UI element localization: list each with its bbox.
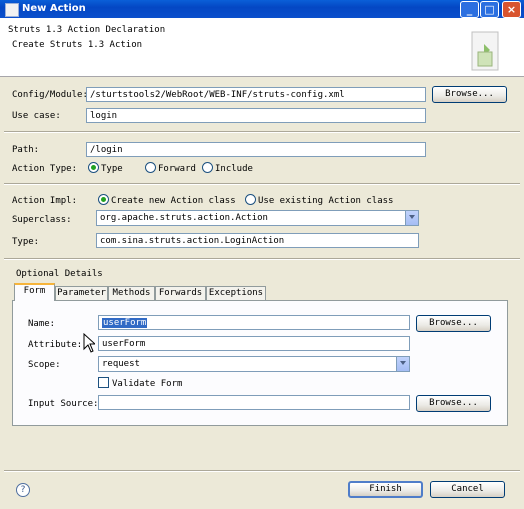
type-label: Type: xyxy=(12,237,40,247)
superclass-combo[interactable]: org.apache.struts.action.Action xyxy=(96,210,419,226)
type-radio[interactable] xyxy=(88,162,99,173)
chevron-down-icon[interactable] xyxy=(396,357,409,371)
config-browse-button[interactable]: Browse... xyxy=(432,86,507,103)
tab-parameter[interactable]: Parameter xyxy=(55,286,108,300)
action-type-label: Action Type: xyxy=(12,164,78,174)
input-source-label: Input Source: xyxy=(28,399,99,409)
help-icon[interactable]: ? xyxy=(16,483,30,497)
tab-exceptions[interactable]: Exceptions xyxy=(206,286,266,300)
use-existing-class-label[interactable]: Use existing Action class xyxy=(258,196,393,206)
form-name-value: userForm xyxy=(102,318,148,328)
tab-form[interactable]: Form xyxy=(14,283,55,301)
scope-combo[interactable]: request xyxy=(98,356,410,372)
use-existing-class-radio[interactable] xyxy=(245,194,256,205)
finish-button[interactable]: Finish xyxy=(348,481,423,498)
minimize-button[interactable]: _ xyxy=(460,1,479,18)
optional-details-label: Optional Details xyxy=(16,269,103,279)
wizard-icon xyxy=(471,31,499,71)
attribute-field[interactable]: userForm xyxy=(98,336,410,351)
scope-value: request xyxy=(102,359,140,369)
mouse-cursor-icon xyxy=(83,333,95,353)
attribute-label: Attribute: xyxy=(28,340,83,350)
separator xyxy=(4,131,520,133)
chevron-down-icon[interactable] xyxy=(405,211,418,225)
path-label: Path: xyxy=(12,145,40,155)
create-new-class-label[interactable]: Create new Action class xyxy=(111,196,236,206)
usecase-field[interactable]: login xyxy=(86,108,426,123)
input-source-field[interactable] xyxy=(98,395,410,410)
maximize-button[interactable]: □ xyxy=(480,1,499,18)
include-radio-label[interactable]: Include xyxy=(215,164,253,174)
forward-radio[interactable] xyxy=(145,162,156,173)
name-label: Name: xyxy=(28,319,56,329)
form-name-field[interactable]: userForm xyxy=(98,315,410,330)
banner-title: Struts 1.3 Action Declaration xyxy=(8,25,166,35)
tab-methods[interactable]: Methods xyxy=(108,286,155,300)
tab-forwards[interactable]: Forwards xyxy=(155,286,206,300)
separator xyxy=(4,258,520,260)
close-button[interactable]: × xyxy=(502,1,521,18)
config-module-field[interactable]: /sturtstools2/WebRoot/WEB-INF/struts-con… xyxy=(86,87,426,102)
action-impl-label: Action Impl: xyxy=(12,196,78,206)
form-name-browse-button[interactable]: Browse... xyxy=(416,315,491,332)
separator xyxy=(4,183,520,185)
title-bar[interactable]: New Action _ □ × xyxy=(0,0,524,18)
scope-label: Scope: xyxy=(28,360,61,370)
type-field[interactable]: com.sina.struts.action.LoginAction xyxy=(96,233,419,248)
type-radio-label[interactable]: Type xyxy=(101,164,123,174)
superclass-value: org.apache.struts.action.Action xyxy=(100,213,268,223)
wizard-banner: Struts 1.3 Action Declaration Create Str… xyxy=(0,18,524,77)
path-field[interactable]: /login xyxy=(86,142,426,157)
separator xyxy=(4,470,520,472)
validate-form-label[interactable]: Validate Form xyxy=(112,379,182,389)
window-title: New Action xyxy=(22,3,86,14)
forward-radio-label[interactable]: Forward xyxy=(158,164,196,174)
create-new-class-radio[interactable] xyxy=(98,194,109,205)
config-label: Config/Module: xyxy=(12,90,88,100)
input-source-browse-button[interactable]: Browse... xyxy=(416,395,491,412)
app-icon xyxy=(5,3,19,17)
superclass-label: Superclass: xyxy=(12,215,72,225)
usecase-label: Use case: xyxy=(12,111,61,121)
include-radio[interactable] xyxy=(202,162,213,173)
cancel-button[interactable]: Cancel xyxy=(430,481,505,498)
validate-form-checkbox[interactable] xyxy=(98,377,109,388)
banner-subtitle: Create Struts 1.3 Action xyxy=(12,40,143,50)
